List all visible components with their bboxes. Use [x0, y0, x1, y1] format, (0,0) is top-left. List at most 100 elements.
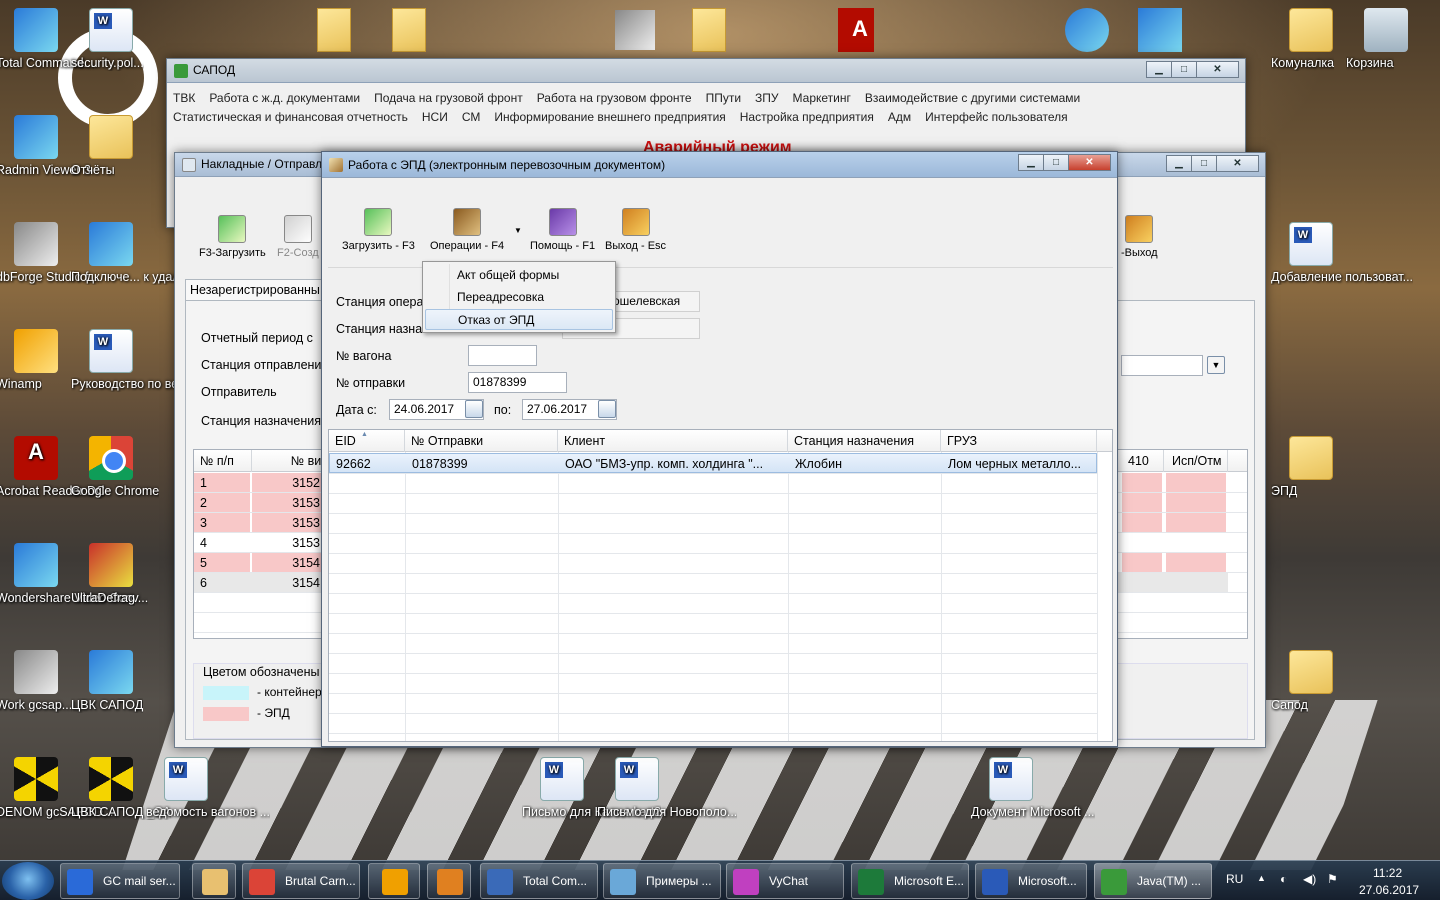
nakladnye-exit-button[interactable]: -Выход	[1121, 215, 1158, 259]
network-status-icon[interactable]: ◐	[1280, 872, 1287, 886]
nakladnye-create-button[interactable]: F2-Созд	[277, 215, 319, 259]
taskbar-item[interactable]: Brutal Carn...	[242, 863, 360, 899]
desktop-icon-letter-novopolo[interactable]: Письмо для Новополо...	[597, 757, 737, 819]
station-oper-field[interactable]: ошелевская	[608, 291, 700, 312]
taskbar-item[interactable]: Total Com...	[480, 863, 598, 899]
menu-nsi[interactable]: НСИ	[422, 110, 448, 124]
taskbar-item[interactable]: Microsoft...	[975, 863, 1087, 899]
menu-external-info[interactable]: Информирование внешнего предприятия	[494, 110, 725, 124]
volume-icon[interactable]: ◀)	[1303, 872, 1316, 886]
col-dest-station[interactable]: Станция назначения	[788, 430, 941, 452]
desktop-icon-recycle-bin[interactable]: Корзина	[1346, 8, 1426, 70]
menu-user-interface[interactable]: Интерфейс пользователя	[925, 110, 1068, 124]
tray-lang[interactable]: RU	[1226, 872, 1243, 886]
menu-interaction[interactable]: Взаимодействие с другими системами	[865, 91, 1080, 105]
taskbar-item[interactable]: VyChat	[726, 863, 844, 899]
sapod-titlebar[interactable]: САПОД ▁ □ ✕	[167, 59, 1245, 83]
desktop-icon-total-commander[interactable]: Total Command...	[0, 8, 94, 70]
minimize-button[interactable]: ▁	[1166, 155, 1192, 172]
start-button[interactable]	[2, 862, 54, 900]
taskbar-item[interactable]	[427, 863, 471, 899]
nakladnye-tab[interactable]: Незарегистрированны	[185, 279, 325, 301]
menu-statistics[interactable]: Статистическая и финансовая отчетность	[173, 110, 408, 124]
col-cargo[interactable]: ГРУЗ	[941, 430, 1097, 452]
pdf-icon[interactable]	[838, 8, 882, 52]
maximize-button[interactable]: □	[1191, 155, 1217, 172]
desktop-icon-ms-document[interactable]: Документ Microsoft ...	[971, 757, 1095, 819]
desktop-icon-acrobat[interactable]: Acrobat Reader DC	[0, 436, 105, 498]
sender-combo[interactable]	[1121, 355, 1203, 376]
desktop-icon-remote-connect[interactable]: Подключе... к удаленн...	[71, 222, 211, 284]
taskbar-item[interactable]: Microsoft E...	[851, 863, 969, 899]
desktop-icon-work-gcsap[interactable]: Work gcsap...	[0, 650, 76, 712]
taskbar-item[interactable]: GC mail ser...	[60, 863, 180, 899]
close-button[interactable]: ✕	[1196, 61, 1239, 78]
desktop-icon-wondershare[interactable]: Wondershare Video Conv...	[0, 543, 148, 605]
desktop-icon-reports[interactable]: Отчёты	[71, 115, 151, 177]
clock-time[interactable]: 11:22	[1373, 866, 1402, 880]
epd-titlebar[interactable]: Работа с ЭПД (электронным перевозочным д…	[322, 152, 1117, 178]
shipment-input[interactable]: 01878399	[468, 372, 567, 393]
desktop-icon-sapod[interactable]: Сапод	[1271, 650, 1351, 712]
settings-icon[interactable]	[615, 10, 655, 50]
desktop-icon-winamp[interactable]: Winamp	[0, 329, 76, 391]
minimize-button[interactable]: ▁	[1018, 154, 1044, 171]
close-button[interactable]: ✕	[1068, 154, 1111, 171]
desktop-icon-manual[interactable]: Руководство по ведени...	[71, 329, 216, 391]
chevron-down-icon[interactable]: ▼	[514, 226, 522, 235]
table-row[interactable]: 92662 01878399 ОАО "БМЗ-упр. комп. холди…	[329, 453, 1097, 473]
taskbar-item[interactable]	[192, 863, 236, 899]
folder-icon[interactable]	[317, 8, 351, 52]
col-nviz[interactable]: № виз	[252, 450, 332, 472]
epd-help-button[interactable]: Помощь - F1	[530, 208, 595, 252]
menu-item-readdressing[interactable]: Переадресовка	[425, 287, 613, 308]
menu-enterprise-settings[interactable]: Настройка предприятия	[740, 110, 874, 124]
desktop-icon-radmin[interactable]: Radmin Viewer 3	[0, 115, 91, 177]
epd-load-button[interactable]: Загрузить - F3	[342, 208, 415, 252]
dropdown-arrow-icon[interactable]: ▼	[1207, 356, 1225, 374]
calendar-icon[interactable]	[465, 400, 483, 418]
desktop-icon-ultradefrag[interactable]: UltraDefrag	[71, 543, 151, 605]
col-npp[interactable]: № п/п	[194, 450, 252, 472]
network-icon[interactable]	[1138, 8, 1182, 52]
menu-tvk[interactable]: ТВК	[173, 91, 195, 105]
clock-date[interactable]: 27.06.2017	[1359, 883, 1419, 897]
calendar-icon[interactable]	[598, 400, 616, 418]
show-hidden-icons-icon[interactable]: ▲	[1257, 873, 1266, 883]
col-410[interactable]: 410	[1122, 450, 1164, 472]
menu-cargo-front-supply[interactable]: Подача на грузовой фронт	[374, 91, 523, 105]
desktop-icon-epd[interactable]: ЭПД	[1271, 436, 1351, 498]
desktop-icon-letter-kaliy[interactable]: Письмо для Калия kart2	[522, 757, 661, 819]
folder-icon[interactable]	[392, 8, 426, 52]
menu-item-act-general-form[interactable]: Акт общей формы	[425, 265, 613, 286]
desktop-icon-vedomost[interactable]: ведомость вагонов ...	[146, 757, 270, 819]
desktop-icon-cvk-sapod-ca[interactable]: ЦВК САПОД _CA	[71, 757, 171, 819]
desktop-icon-komunalka[interactable]: Комуналка	[1271, 8, 1351, 70]
col-client[interactable]: Клиент	[558, 430, 788, 452]
folder-icon[interactable]	[692, 8, 726, 52]
menu-sm[interactable]: СМ	[462, 110, 481, 124]
desktop-icon-add-user[interactable]: Добавление пользоват...	[1271, 222, 1413, 284]
wagon-input[interactable]	[468, 345, 537, 366]
maximize-button[interactable]: □	[1171, 61, 1197, 78]
menu-item-epd-refusal[interactable]: Отказ от ЭПД	[425, 309, 613, 330]
minimize-button[interactable]: ▁	[1146, 61, 1172, 78]
epd-exit-button[interactable]: Выход - Esc	[605, 208, 666, 252]
taskbar-item[interactable]	[368, 863, 420, 899]
desktop-icon-security-policy[interactable]: security.pol...	[71, 8, 151, 70]
menu-marketing[interactable]: Маркетинг	[793, 91, 851, 105]
maximize-button[interactable]: □	[1043, 154, 1069, 171]
col-shipment-num[interactable]: № Отправки	[405, 430, 558, 452]
menu-adm[interactable]: Адм	[888, 110, 911, 124]
col-isp-otm[interactable]: Исп/Отм	[1166, 450, 1228, 472]
media-player-icon[interactable]	[1065, 8, 1109, 52]
menu-rail-docs[interactable]: Работа с ж.д. документами	[209, 91, 360, 105]
menu-pputi[interactable]: ППути	[706, 91, 741, 105]
taskbar-item[interactable]: Java(TM) ...	[1094, 863, 1212, 899]
menu-cargo-front-work[interactable]: Работа на грузовом фронте	[537, 91, 692, 105]
desktop-icon-denom[interactable]: DENOM gcSAPOD....	[0, 757, 117, 819]
desktop-icon-cvk-sapod[interactable]: ЦВК САПОД	[71, 650, 151, 712]
desktop-icon-chrome[interactable]: Google Chrome	[71, 436, 159, 498]
close-button[interactable]: ✕	[1216, 155, 1259, 172]
menu-zpu[interactable]: ЗПУ	[755, 91, 779, 105]
